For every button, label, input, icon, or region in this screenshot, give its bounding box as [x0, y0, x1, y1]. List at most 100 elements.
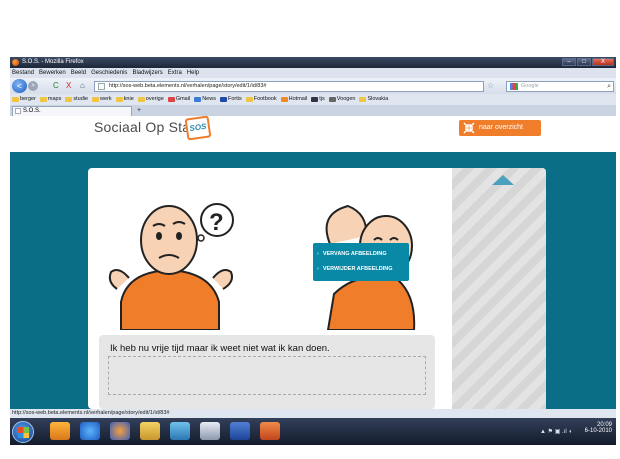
tab-sos[interactable]: S.O.S.	[12, 106, 132, 116]
bookmark-item[interactable]: berger	[12, 94, 36, 105]
menu-bar: Bestand Bewerken Beeld Geschiedenis Blad…	[10, 68, 616, 78]
system-tray-icons[interactable]: ▲ ⚑ ▣ .ıl ◖	[540, 428, 572, 435]
status-text: http://sos-web.beta.elements.nl/verhalen…	[12, 410, 170, 416]
bookmark-item[interactable]: studie	[65, 94, 88, 105]
folder-icon	[39, 97, 47, 102]
bank-icon	[219, 97, 227, 102]
back-button[interactable]: <	[12, 79, 27, 93]
svg-text:?: ?	[209, 209, 224, 236]
menu-view[interactable]: Beeld	[71, 68, 86, 78]
site-logo[interactable]: Sociaal Op Stap	[94, 119, 198, 135]
scroll-panel	[452, 168, 546, 409]
address-text: http://sos-web.beta.elements.nl/verhalen…	[109, 83, 267, 89]
menu-tools[interactable]: Extra	[168, 68, 182, 78]
navigation-bar: < > C X ⌂ http://sos-web.beta.elements.n…	[10, 78, 616, 94]
menu-edit[interactable]: Bewerken	[39, 68, 66, 78]
menu-file[interactable]: Bestand	[12, 68, 34, 78]
page-icon	[15, 108, 21, 114]
chevron-right-icon: ›	[317, 251, 319, 257]
image-card-confused-person[interactable]: ?	[99, 184, 245, 330]
menu-history[interactable]: Geschiedenis	[91, 68, 127, 78]
address-bar[interactable]: http://sos-web.beta.elements.nl/verhalen…	[94, 81, 484, 92]
menu-bookmarks[interactable]: Bladwijzers	[132, 68, 162, 78]
chevron-right-icon: ›	[317, 266, 319, 272]
status-bar: http://sos-web.beta.elements.nl/verhalen…	[10, 409, 616, 418]
bookmark-item[interactable]: Fortis	[219, 94, 242, 105]
home-button[interactable]: ⌂	[80, 81, 85, 91]
bookmark-item[interactable]: knie	[115, 94, 134, 105]
story-text[interactable]: Ik heb nu vrije tijd maar ik weet niet w…	[110, 343, 330, 354]
web-page: Sociaal Op Stap SOS naar overzicht ? › V…	[10, 116, 616, 409]
menu-help[interactable]: Help	[187, 68, 199, 78]
confused-person-illustration: ?	[99, 184, 245, 330]
media-player-icon[interactable]	[170, 422, 190, 440]
search-input[interactable]: Google ⌕	[506, 81, 614, 92]
folder-icon	[12, 97, 19, 102]
bookmark-item[interactable]: maps	[39, 94, 61, 105]
bookmark-star-icon[interactable]: ☆	[487, 81, 494, 90]
sos-logo-badge: SOS	[184, 116, 212, 141]
story-editor-panel: ? › VERVANG AFBEELDING › VERWIJDER AFBEE…	[88, 168, 546, 409]
bookmark-item[interactable]: Slovakia	[359, 94, 388, 105]
delete-image-menu-item[interactable]: › VERWIJDER AFBEELDING	[317, 263, 407, 275]
firefox-taskbar-icon[interactable]	[110, 422, 130, 440]
search-engine-label: Google	[521, 83, 539, 89]
bookmarks-toolbar: berger maps studie werk knie overige Gma…	[10, 94, 616, 105]
bookmark-item[interactable]: News	[194, 94, 216, 105]
tab-label: S.O.S.	[23, 108, 41, 114]
minimize-button[interactable]: –	[562, 58, 576, 66]
overview-label: naar overzicht	[479, 124, 523, 131]
explorer-folder-icon[interactable]	[140, 422, 160, 440]
windows-taskbar: ▲ ⚑ ▣ .ıl ◖ 20:09 6-10-2010	[10, 418, 616, 445]
stop-button[interactable]: X	[66, 81, 71, 91]
bookmark-item[interactable]: overige	[137, 94, 164, 105]
collapse-arrows-icon	[463, 122, 475, 134]
clock-date: 6-10-2010	[584, 428, 612, 434]
folder-taskbar-icon[interactable]	[50, 422, 70, 440]
folder-icon	[65, 97, 73, 102]
window-controls: – □ X	[562, 58, 614, 66]
tab-strip: S.O.S. +	[10, 105, 616, 116]
replace-image-menu-item[interactable]: › VERVANG AFBEELDING	[317, 248, 407, 260]
bookmark-item[interactable]: tjs	[311, 94, 325, 105]
page-icon	[98, 83, 105, 90]
text-input-area[interactable]	[108, 356, 426, 395]
link-icon	[311, 97, 319, 102]
site-header: Sociaal Op Stap SOS naar overzicht	[10, 116, 616, 152]
folder-icon	[359, 97, 367, 102]
close-button[interactable]: X	[592, 58, 614, 66]
reload-button[interactable]: C	[53, 81, 59, 91]
search-icon[interactable]: ⌕	[607, 82, 611, 91]
image-card-relaxed-person[interactable]: › VERVANG AFBEELDING › VERWIJDER AFBEELDIN…	[288, 184, 434, 330]
internet-explorer-icon[interactable]	[80, 422, 100, 440]
firefox-icon	[12, 59, 19, 66]
frame: S.O.S. - Mozilla Firefox – □ X Bestand B…	[0, 0, 620, 459]
news-icon	[194, 97, 202, 102]
title-bar: S.O.S. - Mozilla Firefox – □ X	[10, 57, 616, 68]
bookmark-item[interactable]: Hotmail	[280, 94, 307, 105]
word-icon[interactable]	[230, 422, 250, 440]
new-tab-button[interactable]: +	[134, 107, 144, 115]
powerpoint-icon[interactable]	[260, 422, 280, 440]
tools-icon[interactable]	[200, 422, 220, 440]
image-options-menu: › VERVANG AFBEELDING › VERWIJDER AFBEELDIN…	[313, 243, 409, 281]
scroll-up-arrow-icon[interactable]	[492, 175, 514, 185]
bookmark-item[interactable]: Voogen	[328, 94, 355, 105]
bookmark-item[interactable]: werk	[92, 94, 112, 105]
story-text-card: Ik heb nu vrije tijd maar ik weet niet w…	[99, 335, 435, 409]
forward-button[interactable]: >	[28, 81, 38, 91]
bookmark-item[interactable]: Gmail	[167, 94, 190, 105]
google-icon	[510, 83, 518, 90]
folder-icon	[137, 97, 145, 102]
link-icon	[328, 97, 336, 102]
start-button[interactable]	[12, 421, 34, 443]
back-to-overview-button[interactable]: naar overzicht	[459, 120, 541, 136]
bookmark-item[interactable]: Footbook	[245, 94, 277, 105]
clock[interactable]: 20:09 6-10-2010	[585, 422, 612, 434]
mail-icon	[167, 97, 175, 102]
maximize-button[interactable]: □	[577, 58, 591, 66]
folder-icon	[245, 97, 253, 102]
window-title: S.O.S. - Mozilla Firefox	[22, 59, 84, 65]
mail-icon	[280, 97, 288, 102]
windows-logo-icon	[18, 427, 29, 438]
